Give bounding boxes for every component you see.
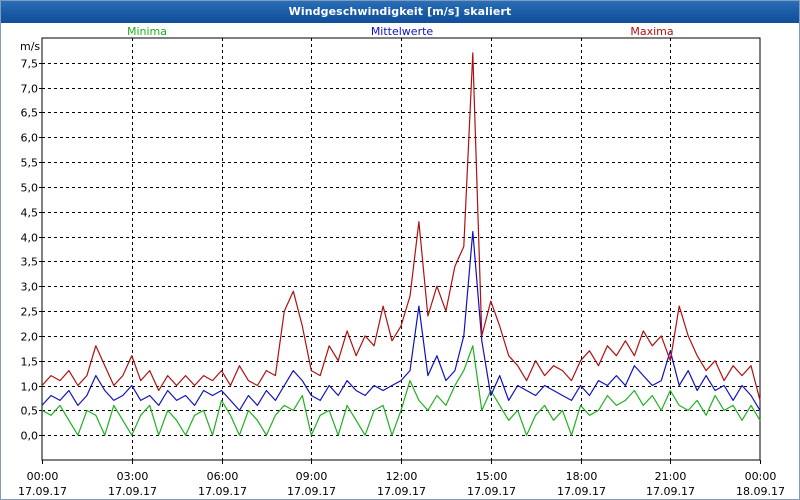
y-axis-ticks: 0,0 0,5 1,0 1,5 2,0 2,5 3,0 3,5 4,0 4,5 5,0 5,5 6,0 6… xyxy=(21,58,42,443)
x-axis-ticks: 00:00 17.09.17 03:00 17.09.17 06:00 17.09.17 0… xyxy=(18,460,785,498)
x-tick-date: 17.09.17 xyxy=(18,485,67,498)
legend: Minima Mittelwerte Maxima xyxy=(127,25,674,38)
series-line-minima xyxy=(41,345,761,436)
y-tick-label: 3,5 xyxy=(21,256,39,269)
x-tick-date: 18.09.17 xyxy=(736,485,785,498)
y-tick-label: 0,0 xyxy=(21,430,39,443)
x-tick-time: 15:00 xyxy=(476,470,508,483)
y-tick-label: 6,0 xyxy=(21,132,39,145)
x-tick-time: 00:00 xyxy=(745,470,777,483)
x-tick-date: 17.09.17 xyxy=(198,485,247,498)
x-tick-time: 12:00 xyxy=(386,470,418,483)
y-tick-label: 5,0 xyxy=(21,182,39,195)
x-tick-date: 17.09.17 xyxy=(377,485,426,498)
grid-lines xyxy=(42,38,760,460)
y-tick-label: 7,0 xyxy=(21,83,39,96)
legend-maxima: Maxima xyxy=(630,25,673,38)
x-tick-date: 17.09.17 xyxy=(646,485,695,498)
x-tick-time: 18:00 xyxy=(566,470,598,483)
legend-mittelwerte: Mittelwerte xyxy=(371,25,434,38)
y-tick-label: 4,0 xyxy=(21,232,39,245)
legend-minima: Minima xyxy=(127,25,167,38)
y-tick-label: 6,5 xyxy=(21,107,39,120)
x-tick-time: 03:00 xyxy=(117,470,149,483)
y-tick-label: 2,0 xyxy=(21,331,39,344)
y-axis-label: m/s xyxy=(20,40,40,53)
y-tick-label: 4,5 xyxy=(21,207,39,220)
y-tick-label: 7,5 xyxy=(21,58,39,71)
y-tick-label: 3,0 xyxy=(21,281,39,294)
x-tick-date: 17.09.17 xyxy=(557,485,606,498)
x-tick-date: 17.09.17 xyxy=(108,485,157,498)
x-tick-time: 21:00 xyxy=(655,470,687,483)
x-tick-time: 09:00 xyxy=(296,470,328,483)
y-tick-label: 5,5 xyxy=(21,157,39,170)
x-tick-date: 17.09.17 xyxy=(287,485,336,498)
y-tick-label: 2,5 xyxy=(21,306,39,319)
y-tick-label: 1,0 xyxy=(21,381,39,394)
x-tick-date: 17.09.17 xyxy=(467,485,516,498)
y-tick-label: 1,5 xyxy=(21,356,39,369)
x-tick-time: 00:00 xyxy=(27,470,59,483)
y-tick-label: 0,5 xyxy=(21,405,39,418)
wind-chart: 0,0 0,5 1,0 1,5 2,0 2,5 3,0 3,5 4,0 4,5 5,0 5,5 6,0 6… xyxy=(18,25,785,498)
x-tick-time: 06:00 xyxy=(207,470,239,483)
